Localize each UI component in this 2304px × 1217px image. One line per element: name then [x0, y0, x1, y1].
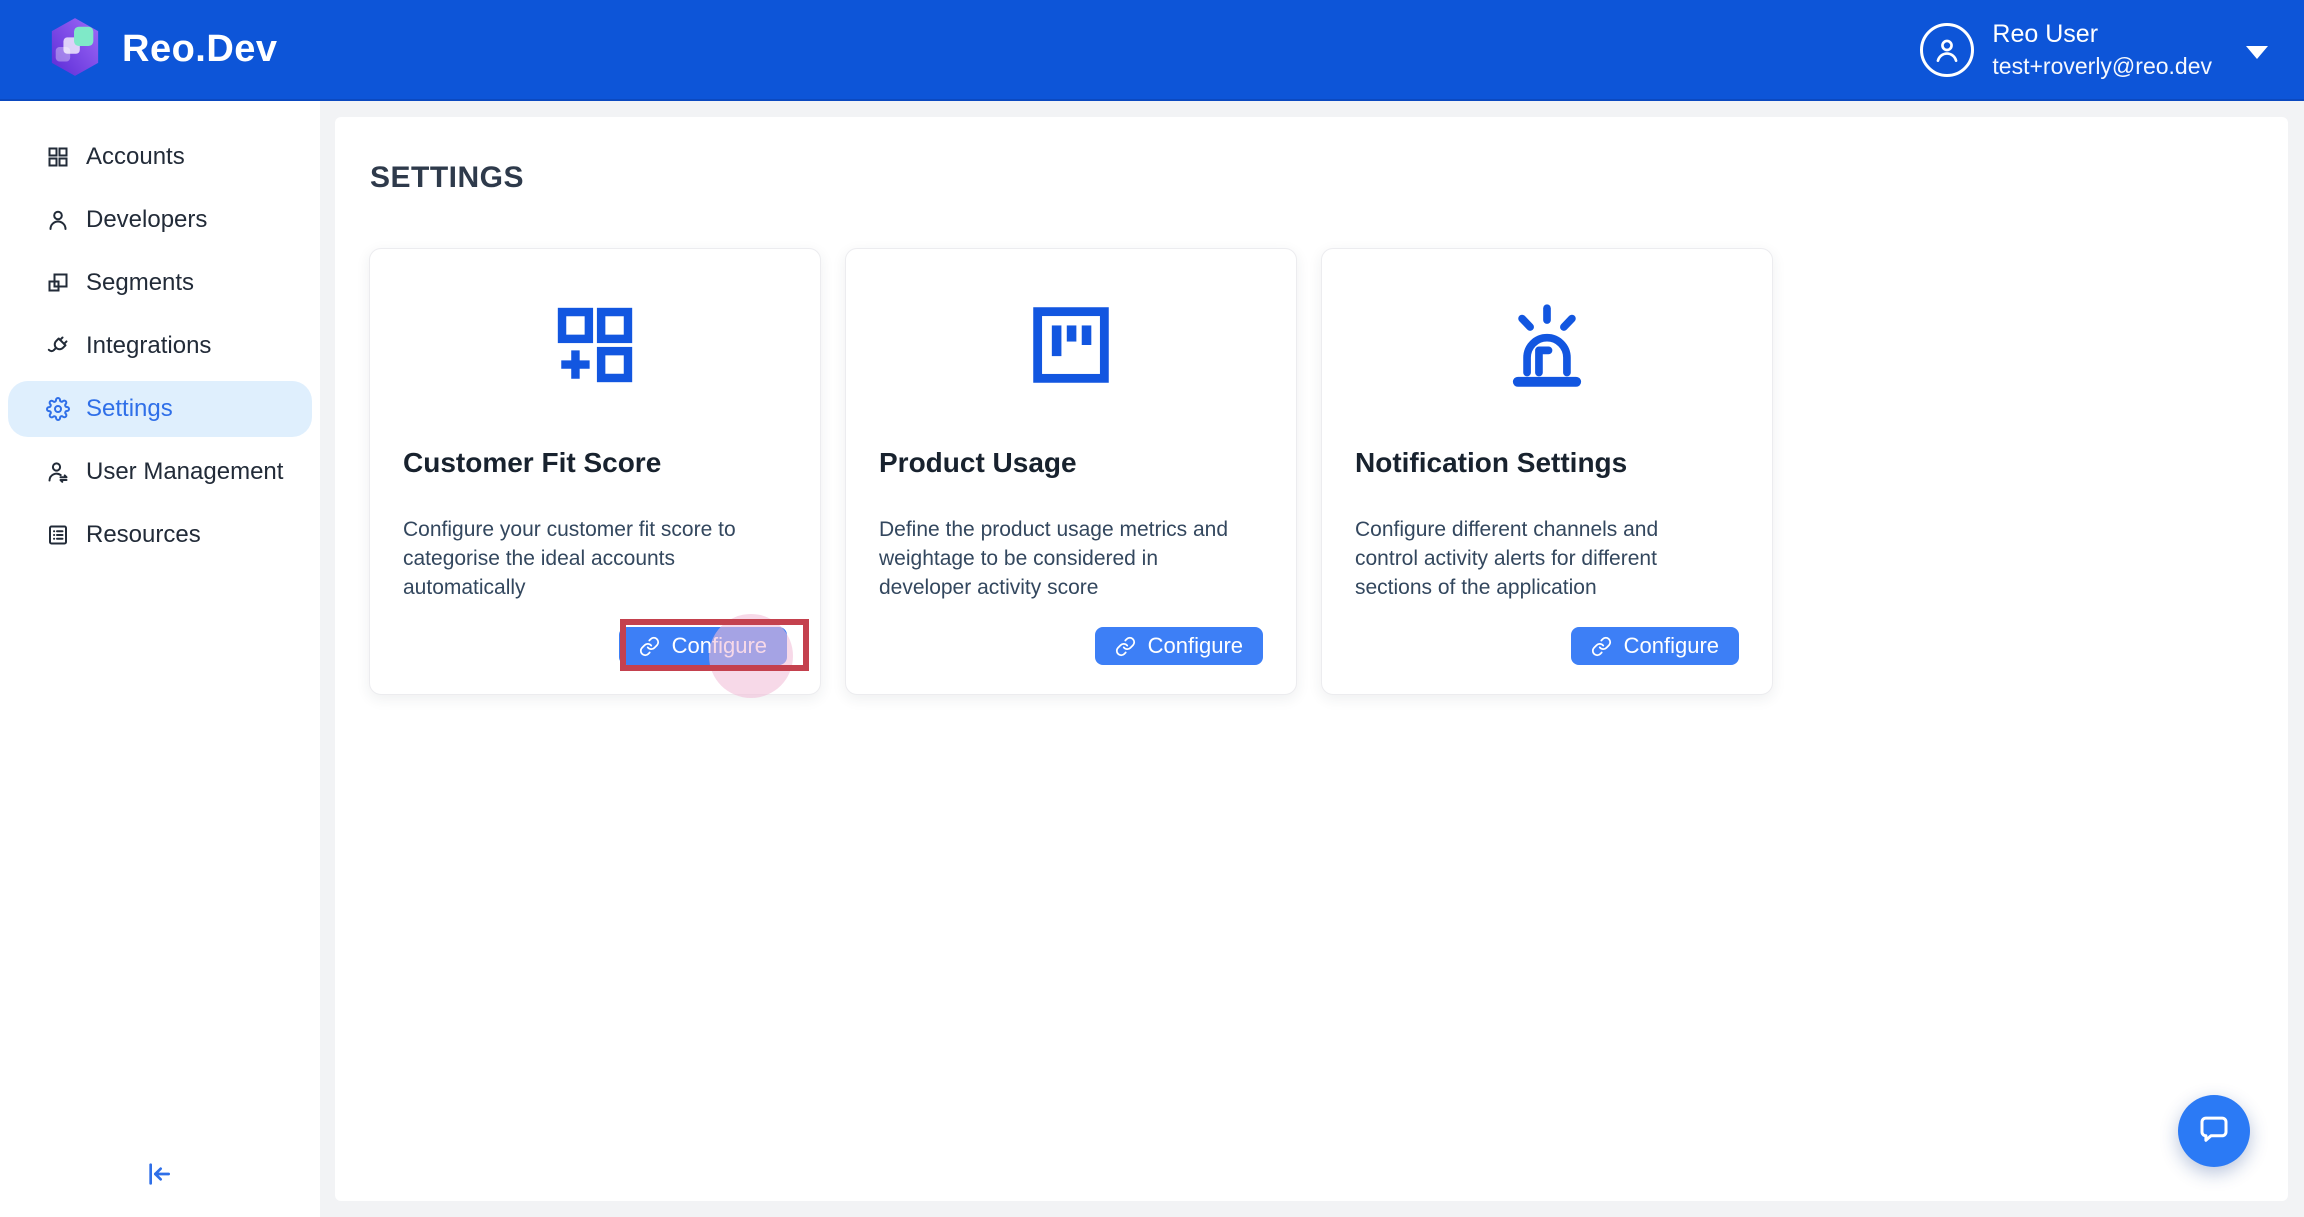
sidebar-nav: Accounts Developers Segments: [0, 101, 320, 563]
sidebar-item-segments[interactable]: Segments: [8, 255, 312, 311]
card-product-usage: Product Usage Define the product usage m…: [845, 248, 1297, 695]
user-email: test+roverly@reo.dev: [1992, 53, 2212, 80]
settings-cards: Customer Fit Score Configure your custom…: [369, 248, 1773, 695]
user-meta: Reo User test+roverly@reo.dev: [1992, 20, 2212, 80]
main-content-panel: SETTINGS Customer Fit Score Configure yo…: [335, 117, 2288, 1201]
plug-icon: [46, 334, 70, 358]
sidebar-item-resources[interactable]: Resources: [8, 507, 312, 563]
card-description: Configure your customer fit score to cat…: [403, 515, 798, 602]
configure-button-label: Configure: [1148, 633, 1243, 659]
category-add-icon: [549, 299, 641, 391]
link-icon: [639, 636, 660, 657]
card-title: Notification Settings: [1355, 447, 1627, 479]
configure-button-notification-settings[interactable]: Configure: [1571, 627, 1739, 665]
configure-button-customer-fit-score[interactable]: Configure: [619, 627, 787, 665]
chevron-down-icon[interactable]: [2246, 46, 2268, 59]
sidebar-item-label: Accounts: [86, 143, 185, 171]
chat-launcher-button[interactable]: [2178, 1095, 2250, 1167]
brand-name: Reo.Dev: [122, 28, 278, 71]
gear-icon: [46, 397, 70, 421]
list-box-icon: [46, 523, 70, 547]
link-icon: [1115, 636, 1136, 657]
card-customer-fit-score: Customer Fit Score Configure your custom…: [369, 248, 821, 695]
reodev-logo-icon: [48, 17, 102, 82]
sidebar-item-integrations[interactable]: Integrations: [8, 318, 312, 374]
sidebar-item-user-management[interactable]: User Management: [8, 444, 312, 500]
app-header: Reo.Dev Reo User test+roverly@reo.dev: [0, 0, 2304, 101]
sidebar-item-label: User Management: [86, 458, 283, 486]
brand: Reo.Dev: [48, 17, 278, 82]
sidebar-item-developers[interactable]: Developers: [8, 192, 312, 248]
sidebar-item-settings[interactable]: Settings: [8, 381, 312, 437]
sidebar-item-label: Segments: [86, 269, 194, 297]
sidebar-item-label: Resources: [86, 521, 201, 549]
link-icon: [1591, 636, 1612, 657]
sidebar-collapse-button[interactable]: [142, 1158, 174, 1190]
page-title: SETTINGS: [370, 161, 524, 195]
siren-icon: [1501, 299, 1593, 391]
person-sync-icon: [46, 460, 70, 484]
segments-icon: [46, 271, 70, 295]
configure-button-label: Configure: [1624, 633, 1719, 659]
sidebar-item-label: Developers: [86, 206, 207, 234]
sidebar: Accounts Developers Segments: [0, 101, 320, 1217]
configure-button-product-usage[interactable]: Configure: [1095, 627, 1263, 665]
chat-bubble-icon: [2196, 1113, 2232, 1149]
person-icon: [46, 208, 70, 232]
user-menu[interactable]: Reo User test+roverly@reo.dev: [1920, 20, 2274, 80]
kanban-icon: [1025, 299, 1117, 391]
sidebar-item-label: Integrations: [86, 332, 211, 360]
sidebar-item-label: Settings: [86, 395, 173, 423]
card-notification-settings: Notification Settings Configure differen…: [1321, 248, 1773, 695]
configure-button-label: Configure: [672, 633, 767, 659]
user-name: Reo User: [1992, 20, 2212, 49]
card-description: Define the product usage metrics and wei…: [879, 515, 1274, 602]
card-description: Configure different channels and control…: [1355, 515, 1750, 602]
grid-icon: [46, 145, 70, 169]
card-title: Product Usage: [879, 447, 1077, 479]
collapse-left-icon: [142, 1158, 174, 1190]
user-avatar-icon: [1920, 23, 1974, 77]
sidebar-item-accounts[interactable]: Accounts: [8, 129, 312, 185]
card-title: Customer Fit Score: [403, 447, 661, 479]
